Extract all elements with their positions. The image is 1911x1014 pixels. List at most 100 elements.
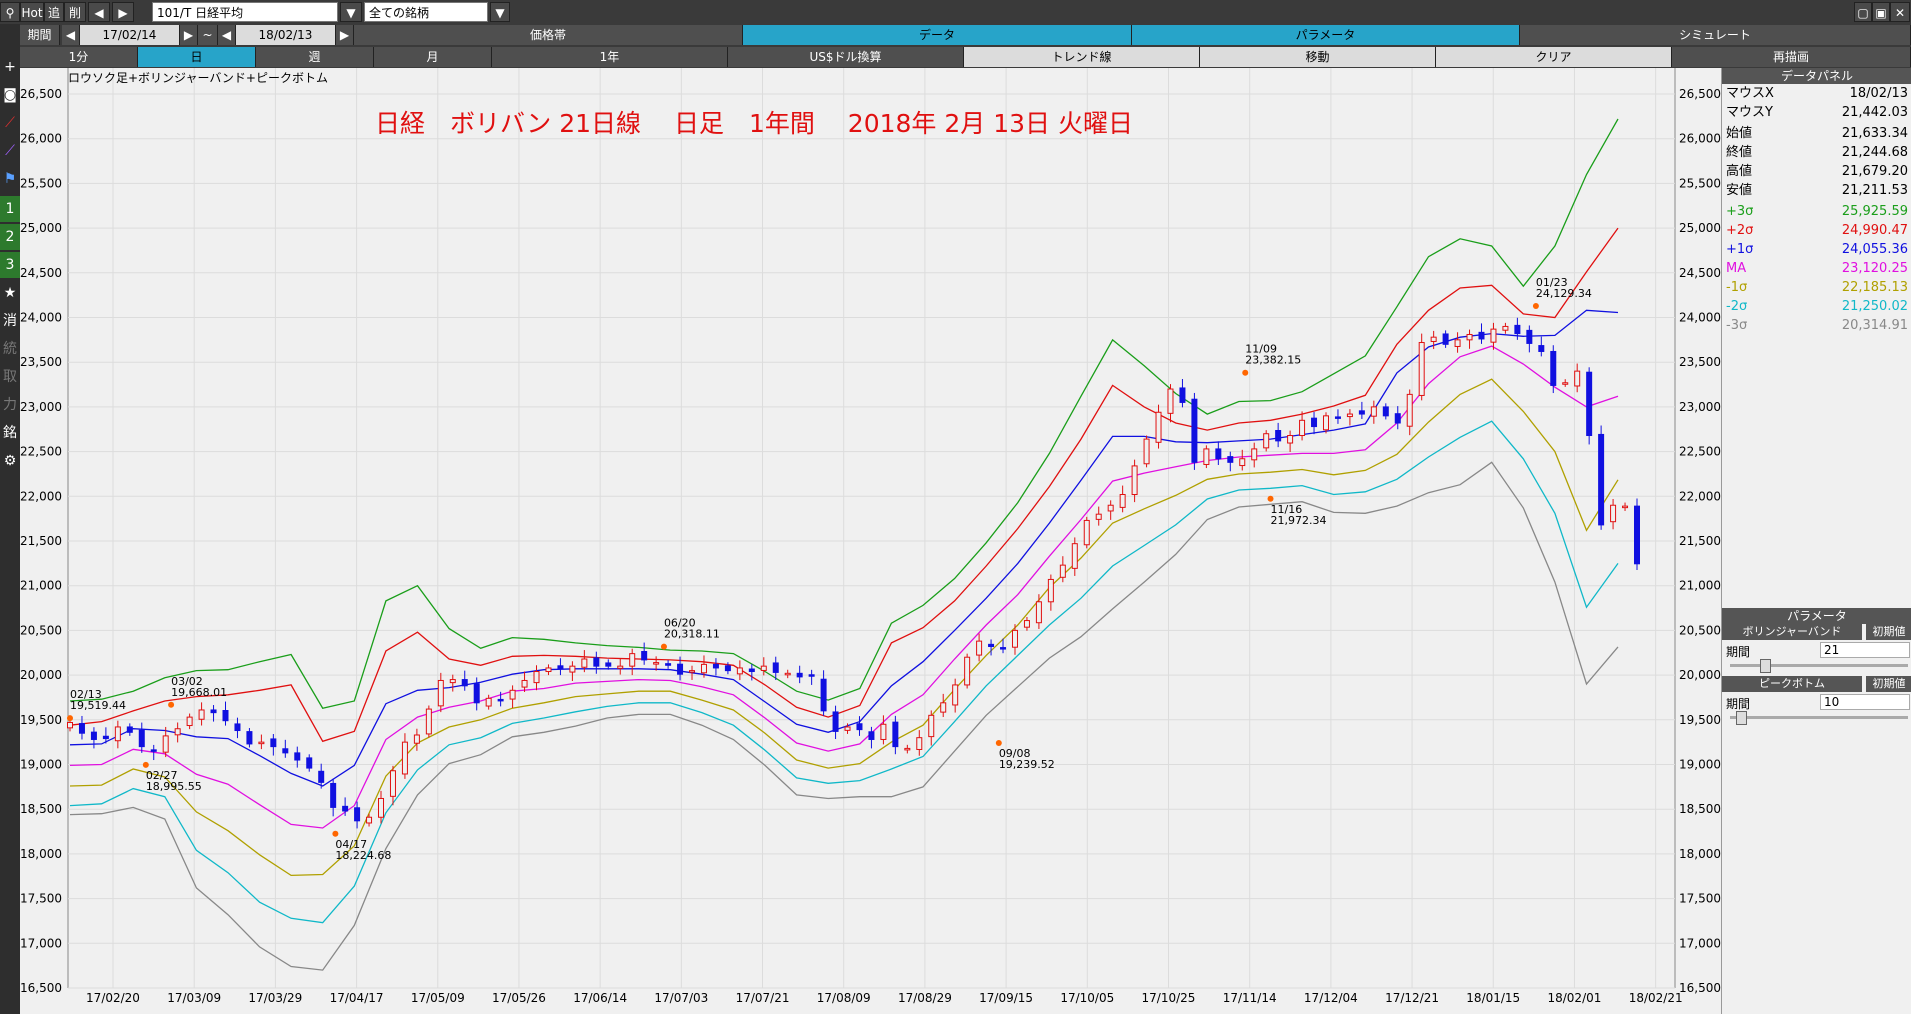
candle-body [665, 663, 672, 666]
tab-parameters[interactable]: パラメータ [1132, 25, 1520, 45]
y-tick-label-right: 20,000 [1679, 668, 1721, 682]
peak-marker [67, 715, 73, 722]
trend-icon[interactable]: ⟋ [0, 138, 20, 164]
power-button[interactable]: 力 [0, 392, 20, 418]
date-to-prev-icon[interactable]: ◀ [218, 25, 236, 45]
delete-button[interactable]: 削 [64, 2, 86, 22]
panel-row-value: 24,990.47 [1841, 223, 1908, 238]
y-tick-label-right: 18,500 [1679, 802, 1721, 816]
date-from-next-icon[interactable]: ▶ [180, 25, 198, 45]
trade-button[interactable]: 取 [0, 364, 20, 390]
candle-body [102, 735, 109, 740]
panel-row-label: +3σ [1726, 204, 1754, 219]
close-icon[interactable]: ✕ [1890, 2, 1910, 22]
candle-body [1394, 413, 1401, 424]
search-icon[interactable]: ⚲ [0, 2, 20, 22]
chart-canvas[interactable]: 16,500 16,500 17,000 17,000 17,500 17,500 18,0… [20, 68, 1721, 1014]
tf-month[interactable]: 月 [374, 47, 492, 67]
crosshair-icon[interactable]: + [0, 54, 20, 80]
preset-3-button[interactable]: 3 [0, 252, 20, 278]
candle-body [90, 731, 97, 740]
chart-area[interactable]: 16,500 16,500 17,000 17,000 17,500 17,500 18,0… [20, 68, 1721, 1014]
candle-body [1538, 345, 1545, 352]
candle-body [1239, 458, 1246, 467]
date-from-prev-icon[interactable]: ◀ [62, 25, 80, 45]
maximize-icon[interactable]: ▣ [1872, 2, 1890, 22]
candle-body [1514, 324, 1521, 335]
clear-button[interactable]: クリア [1436, 47, 1672, 67]
preset-1-button[interactable]: 1 [0, 196, 20, 222]
settings-icon[interactable]: ⚙ [0, 448, 20, 474]
candle-body [1059, 564, 1066, 578]
panel-row-value: 21,442.03 [1841, 105, 1908, 120]
tf-day[interactable]: 日 [138, 47, 256, 67]
bollinger-period-field[interactable]: 21 [1820, 642, 1910, 658]
y-tick-label-right: 22,500 [1679, 445, 1721, 459]
move-button[interactable]: 移動 [1200, 47, 1436, 67]
y-tick-label-left: 20,500 [20, 623, 62, 637]
y-tick-label-left: 26,000 [20, 132, 62, 146]
star-icon[interactable]: ★ [0, 280, 20, 306]
bollinger-reset-button[interactable]: 初期値 [1866, 624, 1911, 640]
peak-value-label: 19,519.44 [70, 699, 126, 712]
peak-reset-button[interactable]: 初期値 [1866, 676, 1911, 692]
candle-body [1346, 413, 1353, 418]
candle-body [425, 708, 432, 735]
next-arrow-icon[interactable]: ▶ [112, 2, 134, 22]
panel-row: MA 23,120.25 [1722, 259, 1911, 278]
prev-arrow-icon[interactable]: ◀ [88, 2, 110, 22]
candle-body [1586, 371, 1593, 437]
y-tick-label-left: 25,000 [20, 221, 62, 235]
date-to-field[interactable]: 18/02/13 [236, 25, 336, 45]
candle-body [1035, 601, 1042, 624]
preset-2-button[interactable]: 2 [0, 224, 20, 250]
candle-body [437, 679, 444, 707]
peak-slider-track[interactable] [1730, 716, 1908, 719]
candle-body [1562, 382, 1569, 385]
hot-button[interactable]: Hot [20, 2, 44, 22]
tab-data[interactable]: データ [743, 25, 1132, 45]
symbol-field[interactable]: 101/T 日経平均 [152, 2, 338, 22]
candle-body [1502, 325, 1509, 331]
stats-button[interactable]: 統 [0, 336, 20, 362]
candle-body [1358, 410, 1365, 415]
universe-field[interactable]: 全ての銘柄 [364, 2, 488, 22]
usd-convert-button[interactable]: US$ドル換算 [728, 47, 964, 67]
candle-body [988, 643, 995, 647]
peak-period-label: 期間 [1726, 697, 1751, 711]
x-tick-label: 17/10/25 [1142, 991, 1196, 1005]
tab-price-band[interactable]: 価格帯 [354, 25, 743, 45]
restore-icon[interactable]: ▢ [1854, 2, 1872, 22]
candle-body [1442, 333, 1449, 345]
flag-icon[interactable]: ⚑ [0, 166, 20, 192]
tf-1min[interactable]: 1分 [20, 47, 138, 67]
tab-simulate[interactable]: シミュレート [1520, 25, 1911, 45]
camera-icon[interactable]: ◙ [0, 82, 20, 108]
trendline-button[interactable]: トレンド線 [964, 47, 1200, 67]
date-from-field[interactable]: 17/02/14 [80, 25, 180, 45]
y-tick-label-right: 23,000 [1679, 400, 1721, 414]
tf-1year[interactable]: 1年 [492, 47, 728, 67]
peak-slider-thumb[interactable] [1736, 711, 1747, 725]
y-tick-label-left: 18,000 [20, 847, 62, 861]
y-tick-label-right: 19,000 [1679, 758, 1721, 772]
redraw-button[interactable]: 再描画 [1672, 47, 1911, 67]
candle-body [1287, 435, 1294, 444]
period-row: 期間 ◀ 17/02/14 ▶ ~ ◀ 18/02/13 ▶ 価格帯 データ パ… [0, 24, 1911, 46]
candle-body [1406, 393, 1413, 427]
add-button[interactable]: 追 [44, 2, 64, 22]
bollinger-slider-track[interactable] [1730, 664, 1908, 667]
symbol-button[interactable]: 銘 [0, 420, 20, 446]
universe-dropdown-icon[interactable]: ▼ [490, 2, 510, 22]
candle-body [1263, 433, 1270, 449]
erase-button[interactable]: 消 [0, 308, 20, 334]
x-tick-label: 17/06/14 [573, 991, 627, 1005]
line-draw-icon[interactable]: ⟋ [0, 110, 20, 136]
date-to-next-icon[interactable]: ▶ [336, 25, 354, 45]
panel-row-label: MA [1726, 261, 1747, 276]
symbol-dropdown-icon[interactable]: ▼ [340, 2, 362, 22]
bollinger-slider-thumb[interactable] [1760, 659, 1771, 673]
tf-week[interactable]: 週 [256, 47, 374, 67]
peak-period-field[interactable]: 10 [1820, 694, 1910, 710]
candle-body [186, 716, 193, 727]
